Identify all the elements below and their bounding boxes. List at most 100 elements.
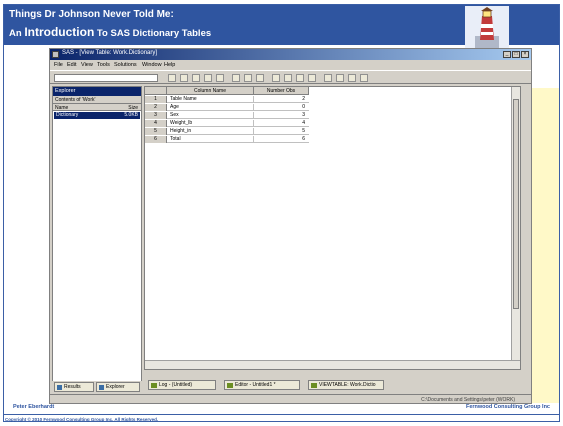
menu-edit[interactable]: Edit	[67, 62, 76, 68]
title-emphasis: Introduction	[24, 25, 95, 39]
row-number: 6	[145, 136, 167, 143]
horizontal-scrollbar[interactable]	[145, 360, 520, 369]
table-row[interactable]: 3 Sex 3	[145, 112, 309, 119]
row-count: 5	[302, 128, 305, 134]
results-icon	[57, 385, 62, 390]
row-separator	[253, 136, 254, 143]
menu-window[interactable]: Window	[142, 62, 162, 68]
copy-icon[interactable]	[244, 74, 252, 82]
minimize-button[interactable]: _	[503, 51, 511, 58]
help-icon[interactable]	[360, 74, 368, 82]
row-count: 2	[302, 96, 305, 102]
window-taskbar: Log - (Untitled) Editor - Untitled1 * VI…	[144, 378, 521, 392]
editor-icon	[227, 383, 233, 388]
taskbar-log-label: Log - (Untitled)	[159, 382, 193, 388]
slide: Things Dr Johnson Never Told Me: An Intr…	[0, 0, 563, 426]
taskbar-editor[interactable]: Editor - Untitled1 *	[224, 380, 300, 390]
menu-bar: File Edit View Tools Solutions Window He…	[50, 60, 531, 70]
title-part1: An	[9, 28, 25, 39]
chart-icon[interactable]	[348, 74, 356, 82]
taskbar-log[interactable]: Log - (Untitled)	[148, 380, 216, 390]
status-bar: C:\Documents and Settings\peter (WORK)	[50, 394, 531, 403]
filter-icon[interactable]	[308, 74, 316, 82]
cut-icon[interactable]	[232, 74, 240, 82]
table-row[interactable]: 2 Age 0	[145, 104, 309, 111]
grid-header: Column Name Number Obs	[145, 87, 309, 95]
command-input[interactable]	[54, 74, 158, 82]
row-separator	[253, 96, 254, 103]
find-icon[interactable]	[324, 74, 332, 82]
print-icon[interactable]	[204, 74, 212, 82]
explorer-title: Explorer	[53, 87, 141, 96]
vertical-scrollbar[interactable]	[511, 87, 520, 369]
row-count: 4	[302, 120, 305, 126]
row-separator	[253, 120, 254, 127]
row-number: 1	[145, 96, 167, 103]
grid-col-count[interactable]: Number Obs	[254, 87, 309, 95]
row-separator	[253, 104, 254, 111]
grid-corner	[145, 87, 167, 95]
save-icon[interactable]	[192, 74, 200, 82]
delete-icon[interactable]	[284, 74, 292, 82]
table-row[interactable]: 6 Total 6	[145, 136, 309, 143]
paste-icon[interactable]	[256, 74, 264, 82]
table-row[interactable]: 5 Height_in 5	[145, 128, 309, 135]
row-name: Total	[170, 136, 181, 142]
sas-window-title: SAS - [View Table: Work.Dictionary]	[62, 50, 158, 56]
taskbar-viewtable[interactable]: VIEWTABLE: Work.Dictio	[308, 380, 384, 390]
menu-view[interactable]: View	[81, 62, 93, 68]
row-separator	[253, 112, 254, 119]
viewtable-icon	[311, 383, 317, 388]
table-view: Column Name Number Obs 1 Table Name 2 2 …	[144, 86, 521, 370]
close-button[interactable]: ×	[521, 51, 529, 58]
log-icon	[151, 383, 157, 388]
explorer-item-size: 5.0KB	[124, 112, 138, 118]
row-count: 6	[302, 136, 305, 142]
tab-results[interactable]: Results	[54, 382, 94, 392]
menu-file[interactable]: File	[54, 62, 63, 68]
sas-window: SAS - [View Table: Work.Dictionary] _ □ …	[49, 48, 532, 404]
taskbar-viewtable-label: VIEWTABLE: Work.Dictio	[319, 382, 376, 388]
open-icon[interactable]	[180, 74, 188, 82]
footer-company: Fernwood Consulting Group Inc	[465, 404, 550, 410]
vertical-scroll-thumb[interactable]	[513, 99, 519, 309]
menu-tools[interactable]: Tools	[97, 62, 110, 68]
row-number: 5	[145, 128, 167, 135]
footer-divider	[4, 414, 559, 415]
copyright-notice: Copyright © 2010 Fernwood Consulting Gro…	[5, 417, 159, 422]
explorer-col-name[interactable]: Name	[55, 105, 68, 111]
row-number: 3	[145, 112, 167, 119]
undo-icon[interactable]	[272, 74, 280, 82]
row-count: 3	[302, 112, 305, 118]
tab-explorer-label: Explorer	[106, 384, 125, 390]
toolbar	[50, 70, 531, 84]
sas-app-icon	[52, 51, 59, 58]
status-text: C:\Documents and Settings\peter (WORK)	[421, 397, 515, 403]
row-number: 4	[145, 120, 167, 127]
tab-results-label: Results	[64, 384, 81, 390]
explorer-column-header: Name Size	[53, 104, 141, 111]
column-icon[interactable]	[336, 74, 344, 82]
yellow-backdrop	[528, 88, 559, 403]
explorer-icon	[99, 385, 104, 390]
menu-solutions[interactable]: Solutions	[114, 62, 137, 68]
row-name: Age	[170, 104, 179, 110]
new-icon[interactable]	[168, 74, 176, 82]
grid-col-name[interactable]: Column Name	[167, 87, 254, 95]
sort-icon[interactable]	[296, 74, 304, 82]
table-row[interactable]: 4 Weight_lb 4	[145, 120, 309, 127]
row-name: Height_in	[170, 128, 192, 134]
explorer-col-size[interactable]: Size	[128, 105, 138, 111]
row-separator	[253, 128, 254, 135]
tab-explorer[interactable]: Explorer	[96, 382, 140, 392]
row-name: Weight_lb	[170, 120, 193, 126]
menu-help[interactable]: Help	[164, 62, 175, 68]
row-name: Sex	[170, 112, 179, 118]
preview-icon[interactable]	[216, 74, 224, 82]
lighthouse-icon	[465, 6, 509, 50]
taskbar-editor-label: Editor - Untitled1 *	[235, 382, 276, 388]
table-row[interactable]: 1 Table Name 2	[145, 96, 309, 103]
maximize-button[interactable]: □	[512, 51, 520, 58]
pane-tabs: Results Explorer	[52, 381, 142, 393]
explorer-item-dictionary[interactable]: Dictionary 5.0KB	[54, 112, 140, 119]
